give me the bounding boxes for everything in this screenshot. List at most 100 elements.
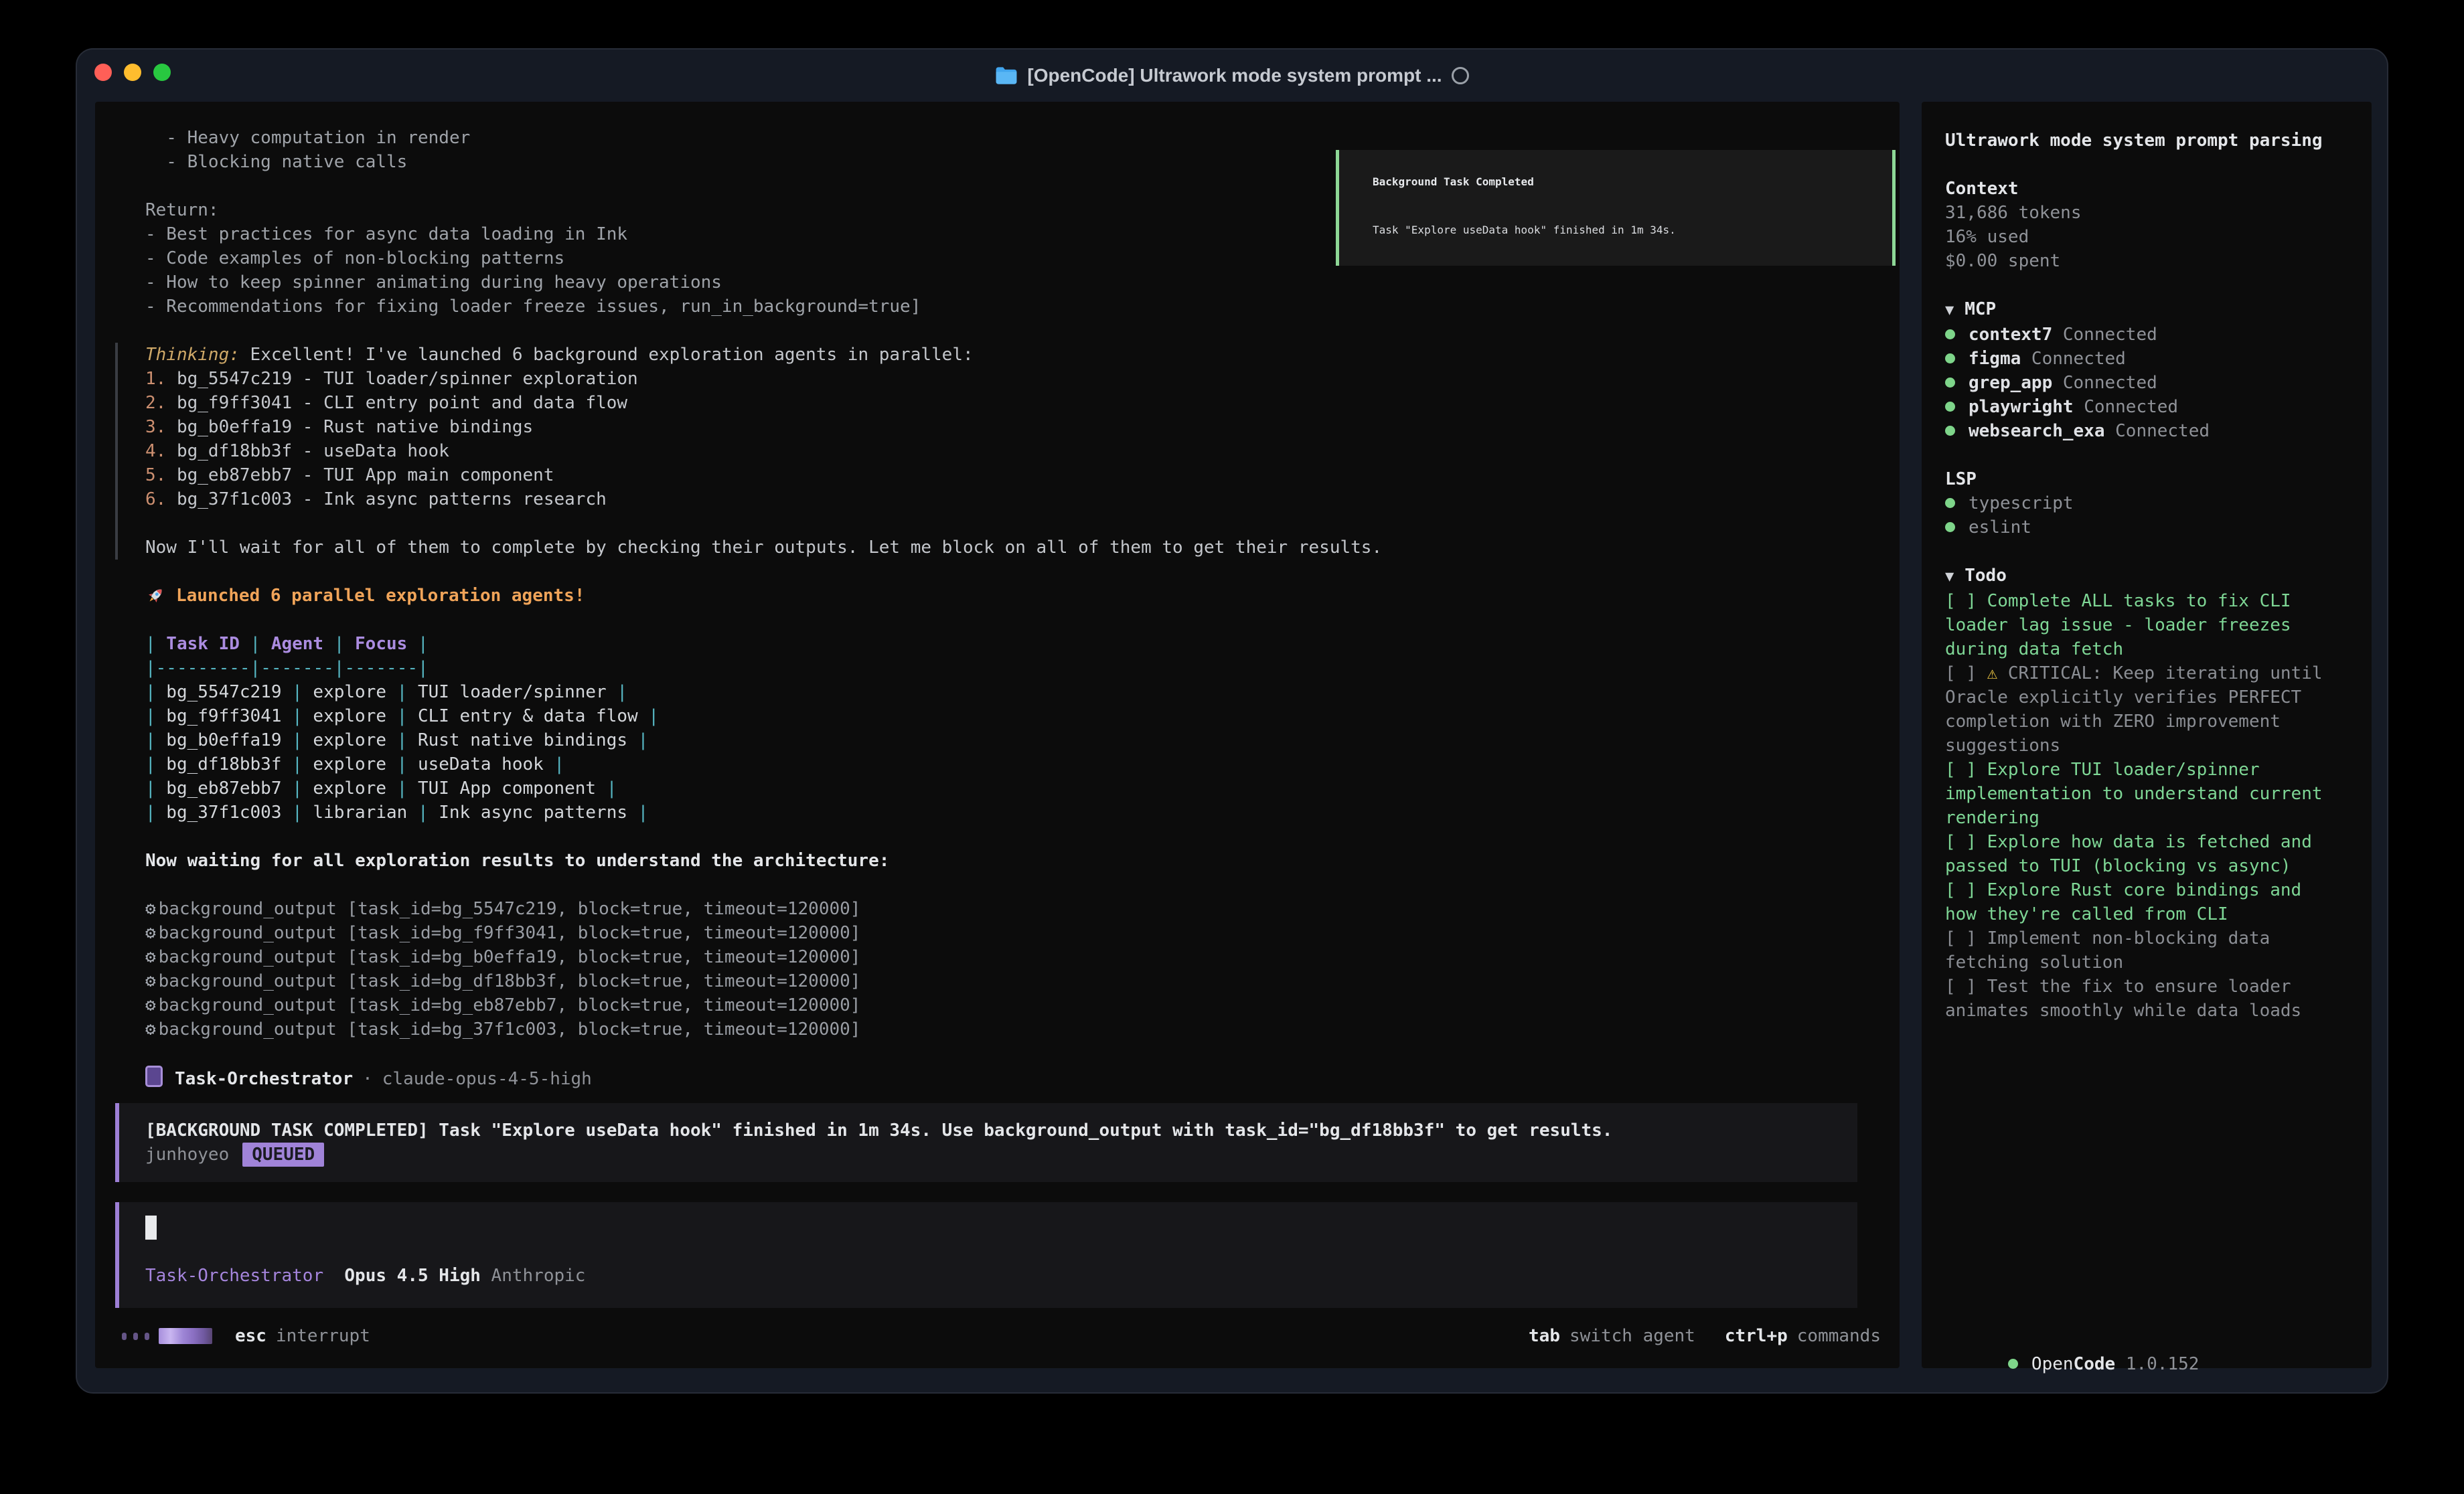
table-row: |bg_b0effa19|explore|Rust native binding… xyxy=(95,728,1900,752)
completed-message: [BACKGROUND TASK COMPLETED] Task "Explor… xyxy=(145,1118,1857,1143)
app-window: [OpenCode] Ultrawork mode system prompt … xyxy=(76,48,2388,1394)
todo-checkbox: [ ] xyxy=(1945,832,1977,852)
titlebar: [OpenCode] Ultrawork mode system prompt … xyxy=(77,50,2387,102)
mcp-item: figmaConnected xyxy=(1945,347,2348,371)
ctrlp-key-label: commands xyxy=(1797,1324,1881,1348)
tab-key-label: switch agent xyxy=(1569,1324,1695,1348)
conversation-transcript: - Heavy computation in render - Blocking… xyxy=(95,102,1900,1368)
status-dot-icon xyxy=(1945,378,1955,388)
launch-text: Launched 6 parallel exploration agents! xyxy=(176,584,585,608)
thinking-intro: Excellent! I've launched 6 background ex… xyxy=(250,345,974,365)
spinner-dot-icon xyxy=(145,1333,149,1340)
todo-item: [ ]Implement non-blocking data fetching … xyxy=(1945,926,2337,975)
todo-checkbox: [ ] xyxy=(1945,591,1977,611)
thinking-wait-line: Now I'll wait for all of them to complet… xyxy=(118,535,1900,560)
table-row: |bg_f9ff3041|explore|CLI entry & data fl… xyxy=(95,704,1900,728)
sidebar-panel: Ultrawork mode system prompt parsing Con… xyxy=(1922,102,2372,1368)
todo-section-header[interactable]: ▼Todo xyxy=(1945,564,2348,589)
context-used: 16% used xyxy=(1945,225,2348,249)
mcp-item: grep_appConnected xyxy=(1945,371,2348,395)
tool-call-line: ⚙background_output [task_id=bg_5547c219,… xyxy=(95,897,1900,921)
mcp-item: context7Connected xyxy=(1945,323,2348,347)
context-heading: Context xyxy=(1945,177,2348,201)
app-version: 1.0.152 xyxy=(2126,1354,2200,1374)
context-tokens: 31,686 tokens xyxy=(1945,201,2348,225)
status-dot-icon xyxy=(1945,426,1955,436)
gear-icon: ⚙ xyxy=(145,899,156,919)
chevron-down-icon: ▼ xyxy=(1945,568,1954,585)
status-dot-icon xyxy=(1945,353,1955,363)
tab-key-hint: tab xyxy=(1529,1324,1560,1348)
queued-badge: QUEUED xyxy=(242,1143,324,1167)
status-dot-icon xyxy=(1945,329,1955,339)
transcript-line: - Recommendations for fixing loader free… xyxy=(95,295,1900,319)
user-name: junhoyeo xyxy=(145,1145,229,1165)
table-row: |bg_df18bb3f|explore|useData hook| xyxy=(95,752,1900,776)
mcp-item: playwrightConnected xyxy=(1945,395,2348,419)
spinner-dot-icon xyxy=(122,1333,127,1340)
transcript-line: - How to keep spinner animating during h… xyxy=(95,270,1900,295)
tool-call-line: ⚙background_output [task_id=bg_37f1c003,… xyxy=(95,1017,1900,1042)
window-title: [OpenCode] Ultrawork mode system prompt … xyxy=(1027,65,1442,86)
folder-icon xyxy=(995,66,1018,85)
todo-checkbox: [ ] xyxy=(1945,760,1977,780)
thinking-item: 2. bg_f9ff3041 - CLI entry point and dat… xyxy=(118,391,1900,415)
session-title: Ultrawork mode system prompt parsing xyxy=(1945,129,2348,153)
agent-banner-name: Task-Orchestrator xyxy=(175,1069,353,1089)
gear-icon: ⚙ xyxy=(145,971,156,991)
todo-list: [ ]Complete ALL tasks to fix CLI loader … xyxy=(1945,589,2337,1023)
todo-item: [ ]Test the fix to ensure loader animate… xyxy=(1945,975,2337,1023)
table-row: |bg_37f1c003|librarian|Ink async pattern… xyxy=(95,801,1900,825)
context-spent: $0.00 spent xyxy=(1945,249,2348,273)
table-separator-row: |---------|-------|-------| xyxy=(95,656,1900,680)
background-completed-panel: [BACKGROUND TASK COMPLETED] Task "Explor… xyxy=(115,1103,1857,1182)
status-dot-icon xyxy=(1945,498,1955,508)
tool-call-line: ⚙background_output [task_id=bg_eb87ebb7,… xyxy=(95,993,1900,1017)
status-circle-icon xyxy=(1452,67,1469,84)
status-dot-icon xyxy=(1945,522,1955,532)
todo-checkbox: [ ] xyxy=(1945,663,1977,683)
agent-badge-icon xyxy=(145,1066,163,1087)
table-row: |bg_5547c219|explore|TUI loader/spinner| xyxy=(95,680,1900,704)
toast-body: Task "Explore useData hook" finished in … xyxy=(1373,218,1892,242)
lsp-item: typescript xyxy=(1945,491,2348,515)
thinking-item: 5. bg_eb87ebb7 - TUI App main component xyxy=(118,463,1900,487)
todo-checkbox: [ ] xyxy=(1945,977,1977,997)
waiting-architecture-line: Now waiting for all exploration results … xyxy=(95,849,1900,873)
esc-key-label: interrupt xyxy=(276,1324,370,1348)
input-agent-model: Opus 4.5 High xyxy=(344,1266,481,1286)
todo-item: [ ]Complete ALL tasks to fix CLI loader … xyxy=(1945,589,2337,661)
text-cursor[interactable] xyxy=(145,1216,157,1240)
warning-icon: ⚠ xyxy=(1987,663,1998,683)
queued-line: junhoyeo QUEUED xyxy=(145,1143,1857,1167)
status-dot-icon xyxy=(2008,1359,2018,1369)
spinner-dot-icon xyxy=(133,1333,138,1340)
prompt-input-panel[interactable]: Task-Orchestrator Opus 4.5 High Anthropic xyxy=(115,1202,1857,1308)
todo-item: [ ]⚠CRITICAL: Keep iterating until Oracl… xyxy=(1945,661,2337,758)
rocket-icon xyxy=(145,586,165,606)
todo-checkbox: [ ] xyxy=(1945,928,1977,948)
statusbar-right: tab switch agent ctrl+p commands xyxy=(1529,1324,1881,1348)
chevron-down-icon: ▼ xyxy=(1945,302,1954,319)
lsp-item: eslint xyxy=(1945,515,2348,540)
esc-key-hint: esc xyxy=(235,1324,266,1348)
agent-banner: Task-Orchestrator·claude-opus-4-5-high xyxy=(95,1066,1900,1090)
thinking-label: Thinking: xyxy=(145,345,240,365)
gear-icon: ⚙ xyxy=(145,1019,156,1040)
input-agent-provider: Anthropic xyxy=(491,1266,586,1286)
tool-call-line: ⚙background_output [task_id=bg_df18bb3f,… xyxy=(95,969,1900,993)
mcp-section-header[interactable]: ▼MCP xyxy=(1945,297,2348,323)
launch-line: Launched 6 parallel exploration agents! xyxy=(95,584,1900,608)
ctrlp-key-hint: ctrl+p xyxy=(1725,1324,1788,1348)
thinking-item: 3. bg_b0effa19 - Rust native bindings xyxy=(118,415,1900,439)
gear-icon: ⚙ xyxy=(145,923,156,943)
status-dot-icon xyxy=(1945,402,1955,412)
table-header-row: |Task ID|Agent|Focus| xyxy=(95,632,1900,656)
todo-item: [ ]Explore TUI loader/spinner implementa… xyxy=(1945,758,2337,830)
background-task-toast: Background Task Completed Task "Explore … xyxy=(1336,150,1896,266)
lsp-heading: LSP xyxy=(1945,467,2348,491)
toast-title: Background Task Completed xyxy=(1373,170,1892,194)
thinking-block: Thinking: Excellent! I've launched 6 bac… xyxy=(115,343,1900,560)
input-agent-name: Task-Orchestrator xyxy=(145,1266,323,1286)
tool-call-line: ⚙background_output [task_id=bg_f9ff3041,… xyxy=(95,921,1900,945)
